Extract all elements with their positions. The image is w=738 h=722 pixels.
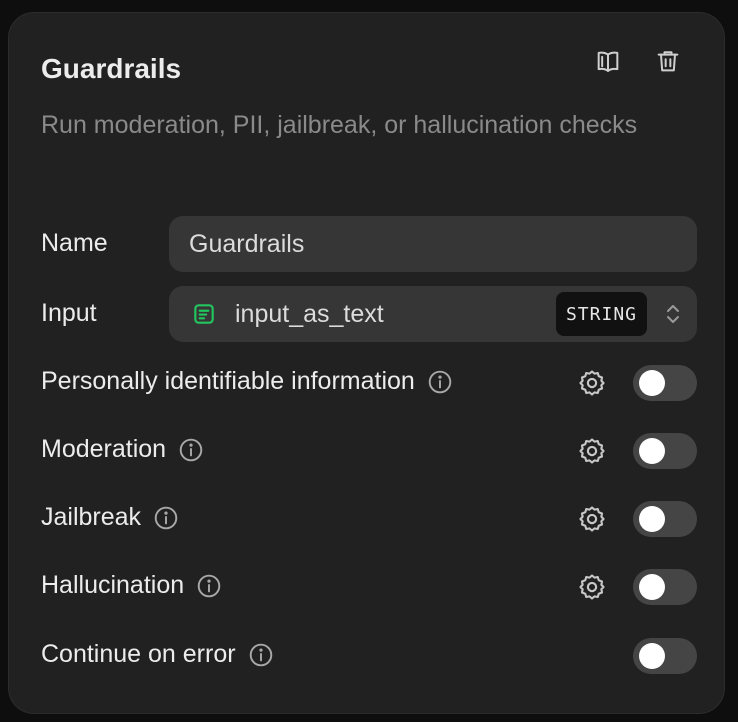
pii-toggle[interactable]: [633, 365, 697, 401]
pii-label-text: Personally identifiable information: [41, 367, 415, 395]
pii-label: Personally identifiable information: [41, 367, 453, 396]
guardrails-panel: Guardrails Run moderation, PII, jailbrea…: [8, 12, 725, 714]
type-badge: STRING: [555, 292, 647, 336]
name-field-value: Guardrails: [189, 229, 305, 258]
trash-icon[interactable]: [650, 43, 686, 79]
hallucination-label: Hallucination: [41, 571, 222, 600]
hallucination-toggle[interactable]: [633, 569, 697, 605]
toggle-knob: [639, 506, 665, 532]
moderation-settings-gear-icon[interactable]: [576, 435, 608, 467]
info-icon[interactable]: [248, 642, 274, 668]
hallucination-label-text: Hallucination: [41, 571, 185, 599]
info-icon[interactable]: [196, 573, 222, 599]
info-icon[interactable]: [153, 505, 179, 531]
moderation-toggle[interactable]: [633, 433, 697, 469]
name-label-text: Name: [41, 229, 108, 257]
jailbreak-settings-gear-icon[interactable]: [576, 503, 608, 535]
toggle-knob: [639, 438, 665, 464]
toggle-knob: [639, 643, 665, 669]
name-label: Name: [41, 229, 108, 258]
text-variable-icon: [191, 301, 217, 327]
moderation-label: Moderation: [41, 435, 204, 464]
continue-on-error-label-text: Continue on error: [41, 640, 236, 668]
input-label-text: Input: [41, 299, 97, 327]
moderation-label-text: Moderation: [41, 435, 167, 463]
jailbreak-label-text: Jailbreak: [41, 503, 142, 531]
jailbreak-toggle[interactable]: [633, 501, 697, 537]
panel-title: Guardrails: [41, 53, 182, 84]
info-icon[interactable]: [427, 369, 453, 395]
input-select[interactable]: input_as_text STRING: [169, 286, 697, 342]
info-icon[interactable]: [178, 437, 204, 463]
chevron-up-down-icon: [663, 303, 683, 325]
toggle-knob: [639, 574, 665, 600]
continue-on-error-toggle[interactable]: [633, 638, 697, 674]
pii-settings-gear-icon[interactable]: [576, 367, 608, 399]
input-variable-name: input_as_text: [235, 299, 384, 328]
panel-subtitle: Run moderation, PII, jailbreak, or hallu…: [41, 111, 638, 139]
toggle-knob: [639, 370, 665, 396]
continue-on-error-label: Continue on error: [41, 640, 274, 669]
jailbreak-label: Jailbreak: [41, 503, 179, 532]
hallucination-settings-gear-icon[interactable]: [576, 571, 608, 603]
book-icon[interactable]: [590, 43, 626, 79]
name-field[interactable]: Guardrails: [169, 216, 697, 272]
input-label: Input: [41, 299, 97, 328]
